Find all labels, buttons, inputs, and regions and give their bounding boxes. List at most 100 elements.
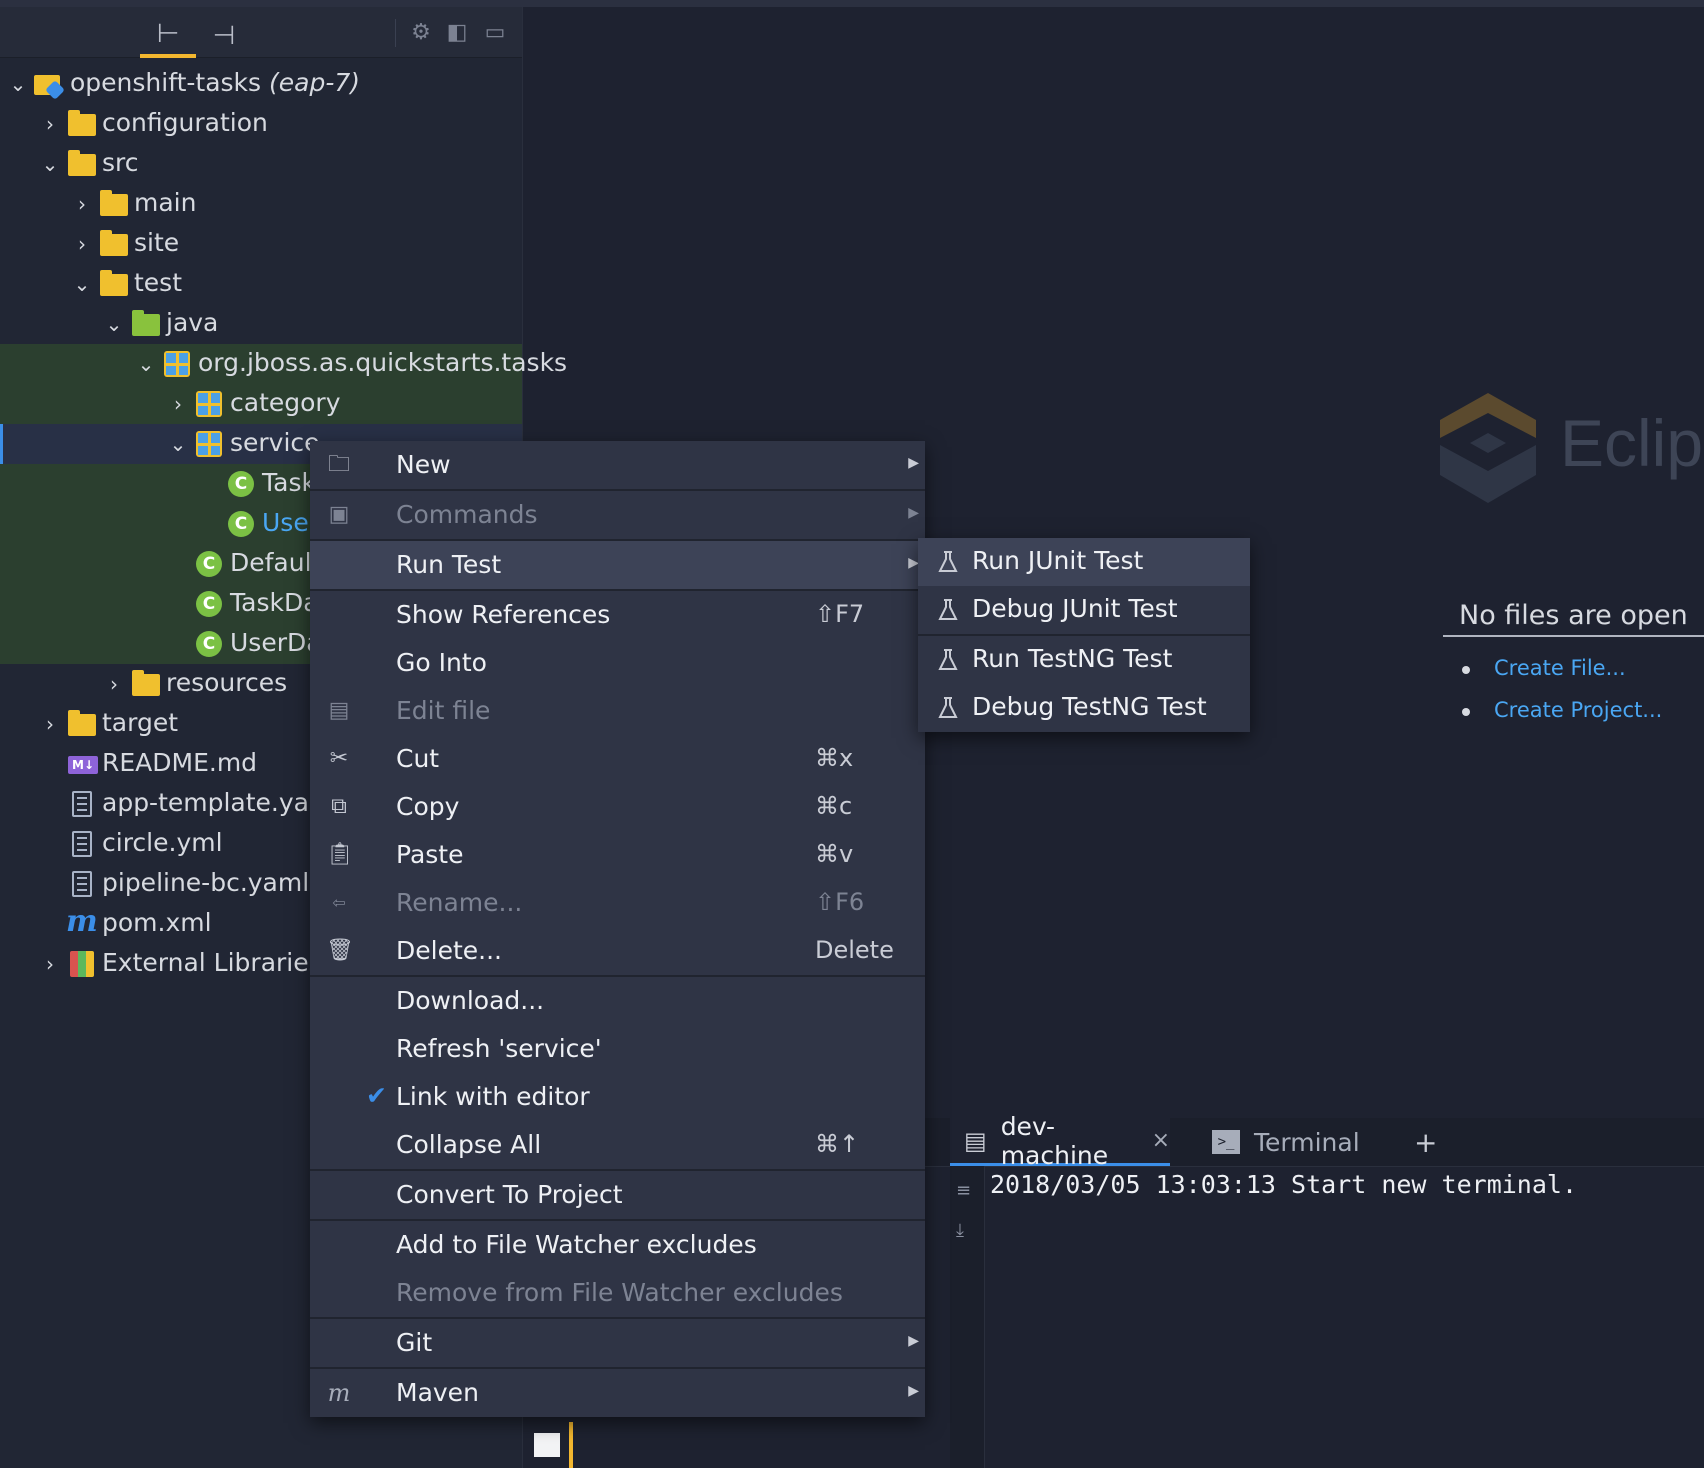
terminal-tab-bar: ▤ dev-machine × >_ Terminal + (924, 1112, 1704, 1170)
class-icon: C (228, 471, 254, 497)
create-project-label[interactable]: Create Project... (1494, 698, 1662, 722)
create-file-label[interactable]: Create File... (1494, 656, 1626, 680)
bullet (1462, 708, 1470, 716)
submenu-arrow-icon: ▶ (908, 455, 919, 471)
resize-handle[interactable] (569, 1422, 573, 1468)
chevron-right-icon[interactable]: › (72, 192, 92, 216)
menu-item-link-with-editor[interactable]: ✔ Link with editor (310, 1073, 925, 1121)
tree-item-site[interactable]: › site (0, 224, 522, 264)
tab-dev-machine[interactable]: ▤ dev-machine × (950, 1112, 1170, 1170)
console-icon: ▤ (964, 1126, 987, 1155)
tree-item-src[interactable]: ⌄ src (0, 144, 522, 184)
terminal-output[interactable]: 2018/03/05 13:03:13 Start new terminal. (990, 1170, 1577, 1199)
library-icon (70, 951, 94, 977)
structure-tab-icon[interactable]: ⊣ (196, 14, 252, 58)
submenu-item-debug-junit[interactable]: Debug JUnit Test (918, 586, 1250, 634)
menu-item-remove-watcher-excludes[interactable]: Remove from File Watcher excludes (310, 1269, 925, 1317)
tree-item-label: org.jboss.as.quickstarts.tasks (198, 348, 568, 377)
chevron-down-icon[interactable]: ⌄ (72, 272, 92, 296)
close-icon[interactable]: × (1152, 1128, 1170, 1153)
run-test-submenu: Run JUnit Test Debug JUnit Test Run Test… (918, 538, 1250, 732)
class-icon: C (196, 551, 222, 577)
tree-item-package-tasks[interactable]: ⌄ org.jboss.as.quickstarts.tasks (0, 344, 567, 384)
menu-item-label: Paste (396, 840, 464, 869)
shortcut-label: ⇧F6 (815, 888, 865, 916)
tree-item-label: UserDa (230, 628, 322, 657)
gear-icon[interactable]: ⚙ (408, 19, 434, 45)
download-icon[interactable]: ⤓ (956, 1220, 964, 1241)
wrap-lines-icon[interactable]: ≡ (956, 1180, 971, 1201)
menu-item-paste[interactable]: 📋︎ Paste ⌘v (310, 831, 925, 879)
tab-terminal[interactable]: >_ Terminal (1212, 1118, 1360, 1166)
chevron-down-icon[interactable]: ⌄ (40, 152, 60, 176)
tree-item-label: test (134, 268, 183, 297)
stop-icon[interactable] (534, 1433, 560, 1457)
chevron-down-icon[interactable]: ⌄ (168, 432, 188, 456)
chevron-right-icon[interactable]: › (40, 112, 60, 136)
menu-item-copy[interactable]: ⧉ Copy ⌘c (310, 783, 925, 831)
menu-item-new[interactable]: 🗀 New ▶ (310, 441, 925, 489)
chevron-down-icon[interactable]: ⌄ (104, 312, 124, 336)
submenu-arrow-icon: ▶ (908, 505, 919, 521)
menu-item-edit-file[interactable]: ▤ Edit file (310, 687, 925, 735)
tree-item-java[interactable]: ⌄ java (0, 304, 522, 344)
flask-icon (938, 551, 958, 572)
package-icon (196, 431, 222, 457)
bullet (1462, 666, 1470, 674)
menu-item-maven[interactable]: m Maven ▶ (310, 1369, 925, 1417)
menu-item-commands[interactable]: ▣ Commands ▶ (310, 491, 925, 539)
chevron-down-icon[interactable]: ⌄ (136, 352, 156, 376)
chevron-right-icon[interactable]: › (104, 672, 124, 696)
submenu-item-run-testng[interactable]: Run TestNG Test (918, 636, 1250, 684)
checkmark-icon: ✔ (366, 1081, 387, 1110)
tree-item-label: app-template.yaml (102, 788, 341, 817)
tree-item-project[interactable]: ⌄ openshift-tasks (eap-7) (0, 64, 522, 104)
menu-item-go-into[interactable]: Go Into (310, 639, 925, 687)
source-folder-icon (132, 310, 160, 336)
project-type-label: (eap-7) (269, 68, 361, 97)
chevron-down-icon[interactable]: ⌄ (8, 72, 28, 96)
chevron-right-icon[interactable]: › (40, 952, 60, 976)
submenu-item-run-junit[interactable]: Run JUnit Test (918, 538, 1250, 586)
maximize-panel-icon[interactable]: ▭ (482, 19, 508, 45)
new-folder-icon: 🗀 (327, 452, 350, 477)
menu-item-cut[interactable]: ✂ Cut ⌘x (310, 735, 925, 783)
menu-item-show-references[interactable]: Show References ⇧F7 (310, 591, 925, 639)
tree-item-label: External Libraries (102, 948, 322, 977)
chevron-right-icon[interactable]: › (168, 392, 188, 416)
tree-item-test[interactable]: ⌄ test (0, 264, 522, 304)
tree-item-label: openshift-tasks (70, 68, 262, 97)
menu-item-convert-to-project[interactable]: Convert To Project (310, 1171, 925, 1219)
submenu-item-debug-testng[interactable]: Debug TestNG Test (918, 684, 1250, 732)
menu-item-delete[interactable]: 🗑︎ Delete... Delete (310, 927, 925, 975)
submenu-item-label: Run TestNG Test (972, 644, 1173, 673)
folder-icon (68, 150, 96, 176)
menu-item-run-test[interactable]: Run Test ▶ (310, 541, 925, 589)
chevron-right-icon[interactable]: › (40, 712, 60, 736)
package-icon (164, 351, 190, 377)
tree-item-package-category[interactable]: › category (0, 384, 522, 424)
menu-item-refresh[interactable]: Refresh 'service' (310, 1025, 925, 1073)
project-tree-tab-icon[interactable]: ⊢ (140, 14, 196, 58)
folder-icon (68, 110, 96, 136)
menu-item-add-watcher-excludes[interactable]: Add to File Watcher excludes (310, 1221, 925, 1269)
tree-item-label: circle.yml (102, 828, 223, 857)
tree-item-configuration[interactable]: › configuration (0, 104, 522, 144)
shortcut-label: ⌘↑ (815, 1130, 860, 1158)
submenu-item-label: Run JUnit Test (972, 546, 1144, 575)
menu-item-collapse-all[interactable]: Collapse All ⌘↑ (310, 1121, 925, 1169)
submenu-item-label: Debug JUnit Test (972, 594, 1178, 623)
file-icon (72, 791, 92, 817)
submenu-arrow-icon: ▶ (908, 1333, 919, 1349)
package-icon (196, 391, 222, 417)
tree-item-main[interactable]: › main (0, 184, 522, 224)
chevron-right-icon[interactable]: › (72, 232, 92, 256)
collapse-panel-icon[interactable]: ◧ (444, 19, 470, 45)
menu-item-label: Collapse All (396, 1130, 542, 1159)
menu-item-rename[interactable]: ⇦ Rename... ⇧F6 (310, 879, 925, 927)
tab-label: Terminal (1254, 1127, 1360, 1157)
folder-icon (100, 230, 128, 256)
menu-item-git[interactable]: Git ▶ (310, 1319, 925, 1367)
add-terminal-button[interactable]: + (1414, 1118, 1437, 1166)
menu-item-download[interactable]: Download... (310, 977, 925, 1025)
